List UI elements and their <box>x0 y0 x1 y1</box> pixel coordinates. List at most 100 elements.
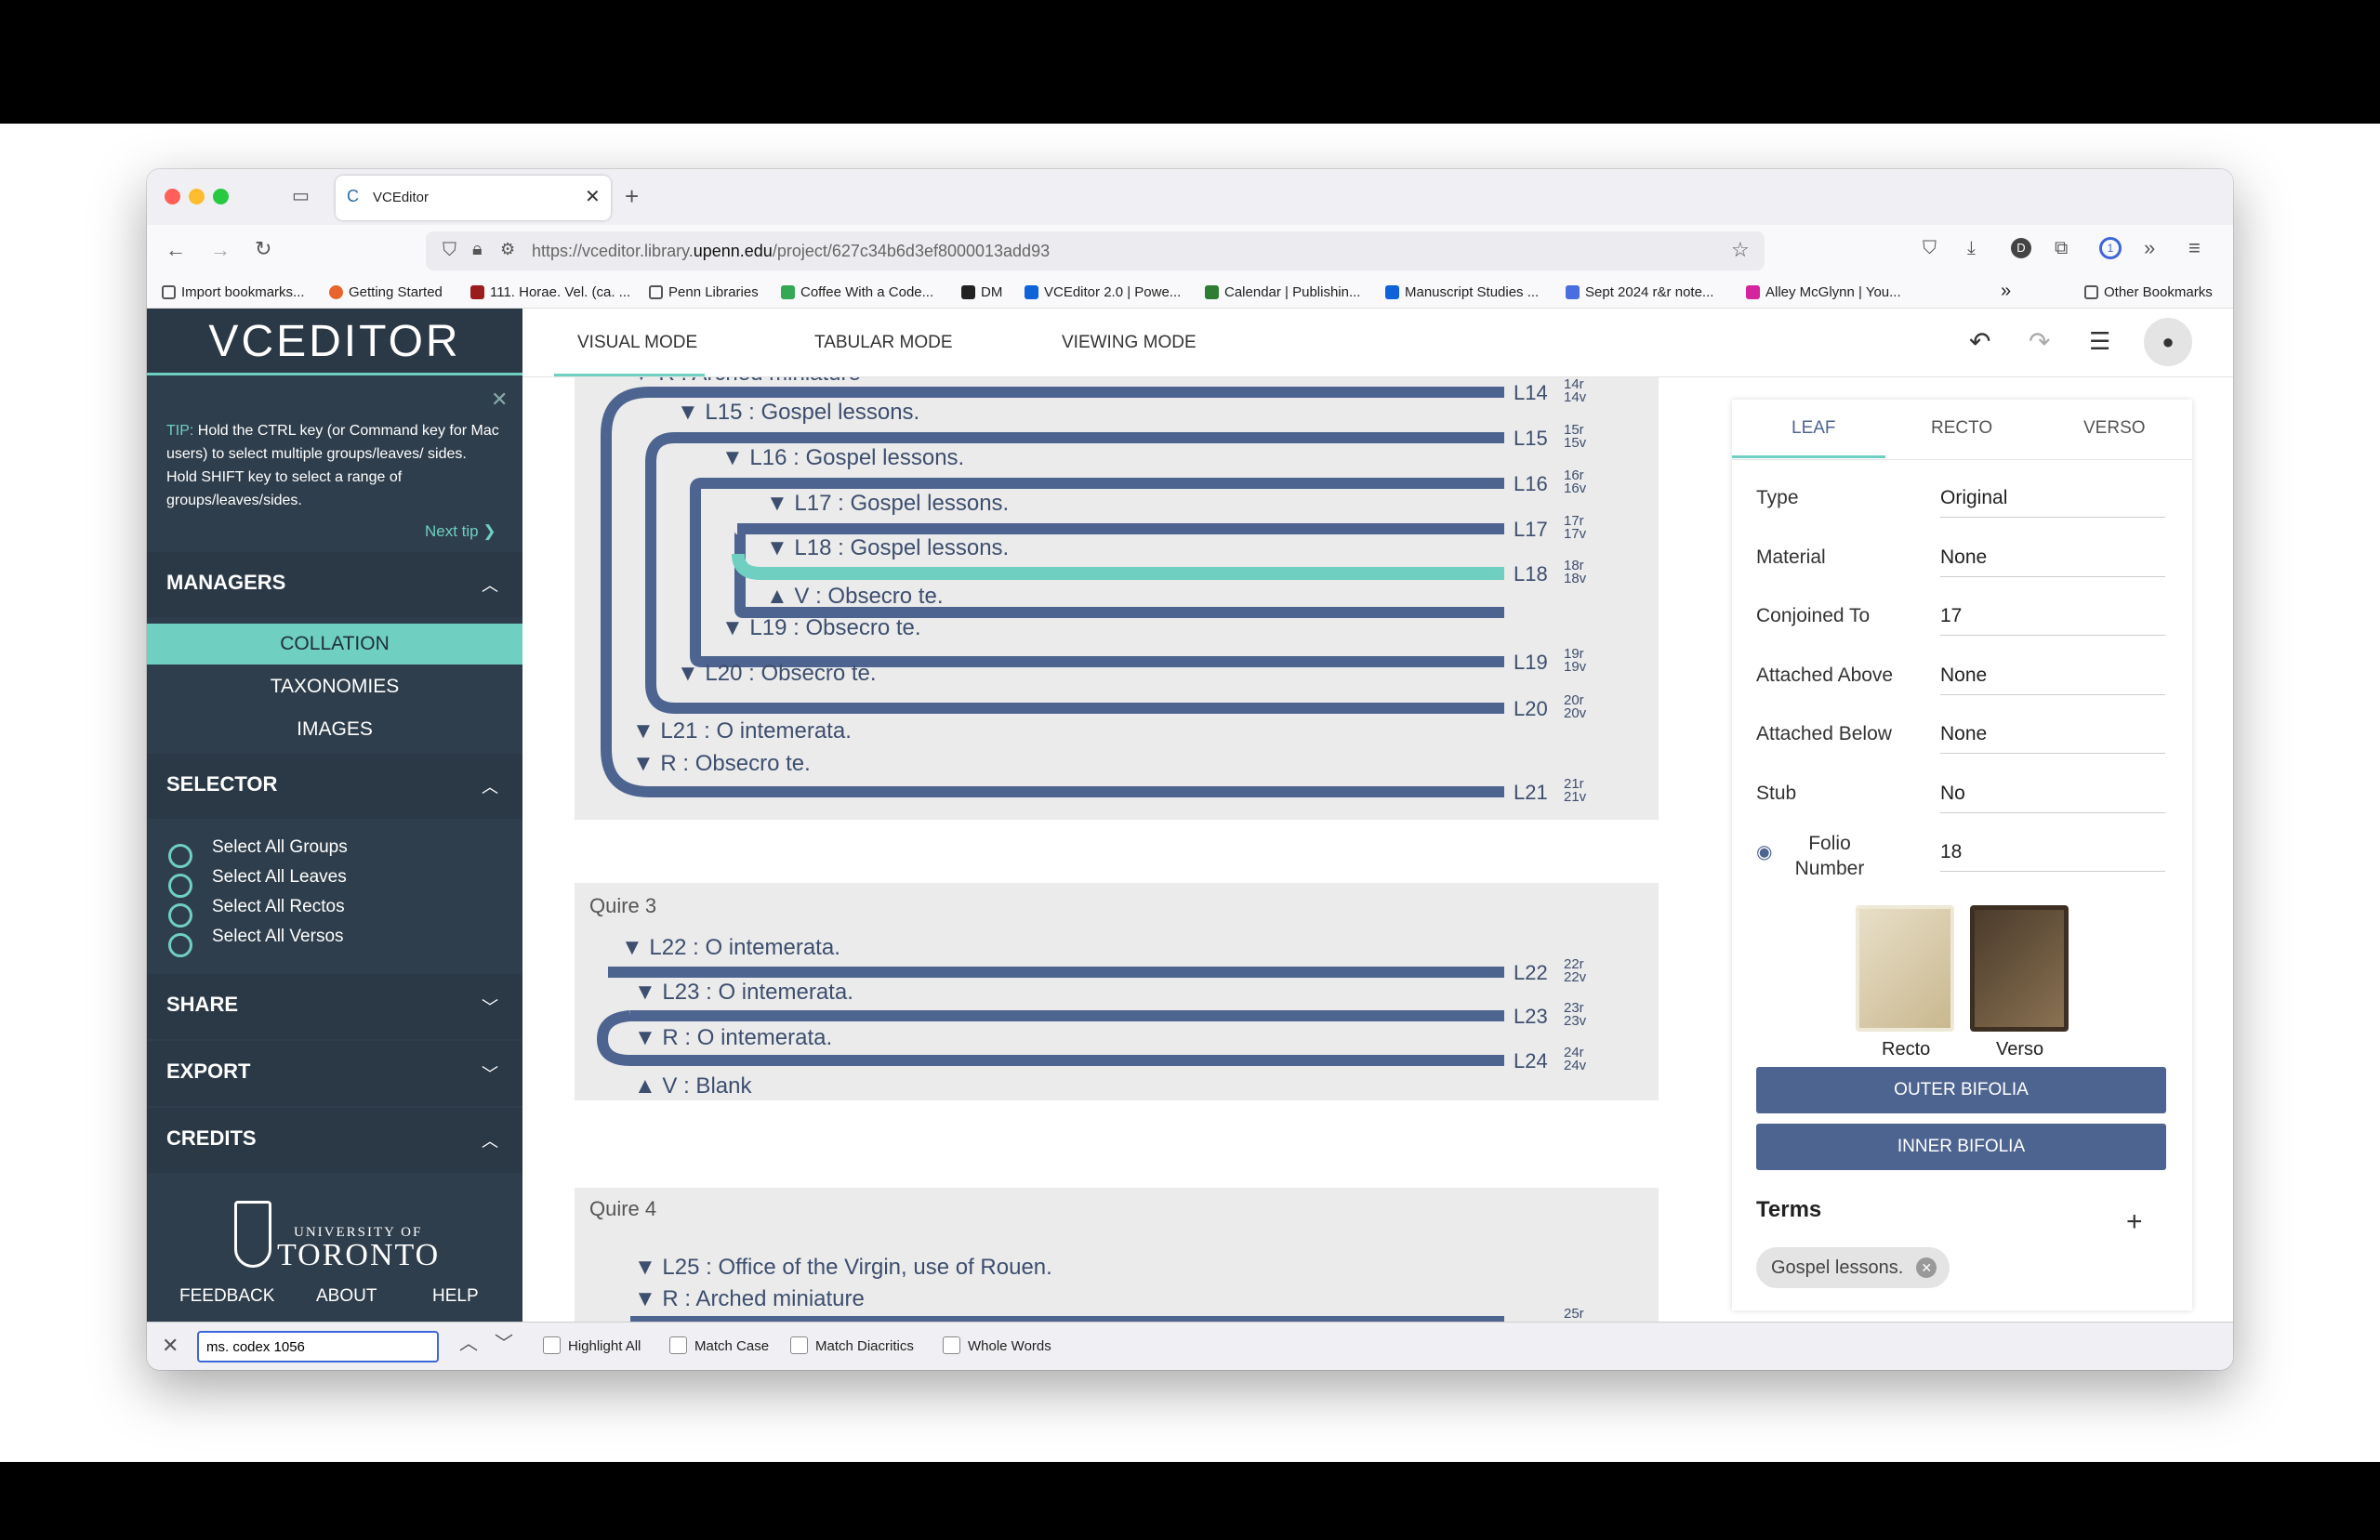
whole-words-option[interactable]: Whole Words <box>943 1336 1051 1354</box>
close-find-icon[interactable]: ✕ <box>162 1336 178 1356</box>
leaf-label-v24[interactable]: ▲ V : Blank <box>634 1073 751 1099</box>
find-previous-icon[interactable]: ︿ <box>459 1335 478 1353</box>
highlight-all-option[interactable]: Highlight All <box>543 1336 641 1354</box>
bookmark-item[interactable]: Manuscript Studies ... <box>1385 284 1539 300</box>
folio-verso[interactable]: 14v <box>1564 390 1586 404</box>
remove-term-icon[interactable]: ✕ <box>1916 1257 1937 1278</box>
minimize-window-button[interactable] <box>189 189 205 204</box>
leaf-label-r24[interactable]: ▼ R : O intemerata. <box>634 1025 832 1051</box>
folio-verso[interactable]: 19v <box>1564 660 1586 674</box>
export-header[interactable]: EXPORT ﹀ <box>147 1041 522 1106</box>
select-all-versos-label[interactable]: Select All Versos <box>212 927 344 947</box>
checkbox[interactable] <box>543 1336 561 1354</box>
add-term-icon[interactable]: + <box>2126 1208 2143 1236</box>
tab-leaf[interactable]: LEAF <box>1792 418 1836 439</box>
select-all-leaves-radio[interactable] <box>168 874 192 898</box>
leaf-id[interactable]: L17 <box>1514 518 1548 542</box>
field-type-value[interactable]: Original <box>1940 487 2007 509</box>
folio-verso[interactable]: 24v <box>1564 1059 1586 1073</box>
folio-verso[interactable]: 18v <box>1564 572 1586 586</box>
password-manager-icon[interactable]: 1 <box>2099 237 2122 259</box>
close-tip-icon[interactable]: ✕ <box>491 389 508 410</box>
site-settings-icon[interactable]: ⚙ <box>500 241 515 257</box>
extensions-icon[interactable]: ⧉ <box>2055 239 2068 257</box>
bookmark-item[interactable]: Coffee With a Code... <box>781 284 933 300</box>
leaf-id[interactable]: L14 <box>1514 381 1548 405</box>
checkbox[interactable] <box>790 1336 808 1354</box>
leaf-id[interactable]: L20 <box>1514 697 1548 721</box>
leaf-id[interactable]: L15 <box>1514 427 1548 451</box>
feedback-link[interactable]: FEEDBACK <box>179 1286 274 1307</box>
collation-manager-item[interactable]: COLLATION <box>147 624 522 665</box>
leaf-id[interactable]: L21 <box>1514 781 1548 805</box>
select-all-rectos-radio[interactable] <box>168 903 192 928</box>
folio-recto[interactable]: 25r <box>1564 1307 1584 1321</box>
tab-tabular-mode[interactable]: TABULAR MODE <box>814 333 953 353</box>
field-attached-below-value[interactable]: None <box>1940 723 1987 745</box>
select-all-groups-radio[interactable] <box>168 844 192 868</box>
leaf-id[interactable]: L24 <box>1514 1049 1548 1073</box>
field-stub-value[interactable]: No <box>1940 783 1965 805</box>
find-input[interactable] <box>197 1331 439 1362</box>
find-next-icon[interactable]: ﹀ <box>495 1335 513 1353</box>
images-manager-item[interactable]: IMAGES <box>147 709 522 750</box>
bookmark-item[interactable]: Alley McGlynn | You... <box>1746 284 1901 300</box>
bookmark-item[interactable]: Import bookmarks... <box>162 284 305 300</box>
zoom-window-button[interactable] <box>213 189 229 204</box>
outer-bifolia-button[interactable]: OUTER BIFOLIA <box>1756 1067 2166 1113</box>
leaf-label-r21[interactable]: ▼ R : Obsecro te. <box>632 751 811 777</box>
leaf-label-l20[interactable]: ▼ L20 : Obsecro te. <box>677 661 877 687</box>
close-window-button[interactable] <box>165 189 180 204</box>
bookmarks-overflow-icon[interactable]: » <box>2001 281 2011 302</box>
leaf-label-l15[interactable]: ▼ L15 : Gospel lessons. <box>677 400 919 426</box>
bookmark-item[interactable]: Calendar | Publishin... <box>1205 284 1360 300</box>
leaf-label-l22[interactable]: ▼ L22 : O intemerata. <box>621 935 840 961</box>
leaf-label-l25[interactable]: ▼ L25 : Office of the Virgin, use of Rou… <box>634 1255 1052 1281</box>
downloads-icon[interactable]: ⤓ <box>1967 239 1976 257</box>
lock-icon[interactable]: 🔒︎ <box>472 240 483 258</box>
checkbox[interactable] <box>943 1336 960 1354</box>
bookmark-item[interactable]: VCEditor 2.0 | Powe... <box>1025 284 1181 300</box>
bookmark-item[interactable]: Sept 2024 r&r note... <box>1566 284 1713 300</box>
leaf-label-top[interactable]: ▼ R : Arched miniature <box>630 377 861 387</box>
select-all-groups-label[interactable]: Select All Groups <box>212 837 348 858</box>
eye-icon[interactable]: ◉ <box>1756 843 1772 862</box>
about-link[interactable]: ABOUT <box>316 1286 377 1307</box>
select-all-leaves-label[interactable]: Select All Leaves <box>212 867 347 888</box>
leaf-id[interactable]: L23 <box>1514 1005 1548 1029</box>
leaf-label-l18[interactable]: ▼ L18 : Gospel lessons. <box>766 535 1009 561</box>
app-logo[interactable]: VCEDITOR <box>147 309 522 375</box>
redo-icon[interactable]: ↷ <box>2029 329 2050 355</box>
leaf-id[interactable]: L22 <box>1514 961 1548 985</box>
verso-thumbnail[interactable] <box>1970 905 2069 1032</box>
leaf-id[interactable]: L19 <box>1514 651 1548 675</box>
overflow-chevrons-icon[interactable]: » <box>2144 238 2155 258</box>
field-attached-above-value[interactable]: None <box>1940 665 1987 687</box>
credits-header[interactable]: CREDITS ︿ <box>147 1108 522 1173</box>
close-tab-icon[interactable]: ✕ <box>585 188 601 206</box>
field-conjoined-value[interactable]: 17 <box>1940 605 1962 627</box>
folio-verso[interactable]: 17v <box>1564 527 1586 541</box>
managers-header[interactable]: MANAGERS ︿ <box>147 552 522 617</box>
folio-verso[interactable]: 22v <box>1564 970 1586 984</box>
checkbox[interactable] <box>669 1336 687 1354</box>
recto-thumbnail[interactable] <box>1856 905 1954 1032</box>
leaf-label-l17[interactable]: ▼ L17 : Gospel lessons. <box>766 491 1009 517</box>
leaf-label-l21[interactable]: ▼ L21 : O intemerata. <box>632 718 852 744</box>
menu-icon[interactable]: ≡ <box>2188 238 2201 258</box>
tab-viewing-mode[interactable]: VIEWING MODE <box>1062 333 1197 353</box>
field-material-value[interactable]: None <box>1940 546 1987 569</box>
folio-verso[interactable]: 15v <box>1564 436 1586 450</box>
back-icon[interactable]: ← <box>165 240 186 260</box>
user-account-icon[interactable]: ● <box>2144 318 2192 366</box>
help-link[interactable]: HELP <box>432 1286 479 1307</box>
leaf-label-l23[interactable]: ▼ L23 : O intemerata. <box>634 980 853 1006</box>
url-text[interactable]: https://vceditor.library.upenn.edu/proje… <box>532 242 1050 261</box>
tab-overview-icon[interactable]: ▭ <box>292 187 310 205</box>
bookmark-star-icon[interactable]: ☆ <box>1731 240 1750 260</box>
leaf-label-r25[interactable]: ▼ R : Arched miniature <box>634 1286 865 1312</box>
inner-bifolia-button[interactable]: INNER BIFOLIA <box>1756 1124 2166 1170</box>
bookmark-item[interactable]: Getting Started <box>329 284 443 300</box>
select-all-versos-radio[interactable] <box>168 933 192 957</box>
tab-verso[interactable]: VERSO <box>2083 418 2146 439</box>
